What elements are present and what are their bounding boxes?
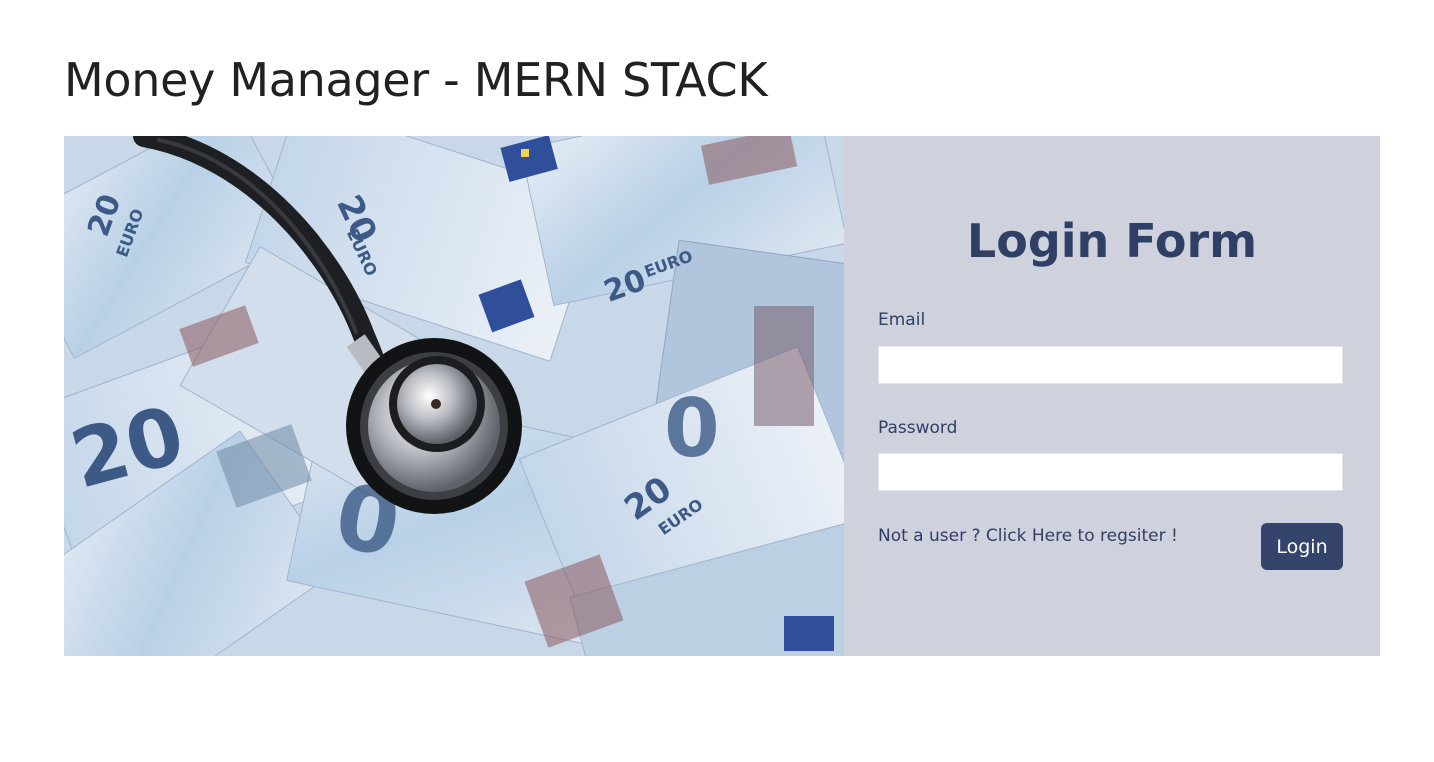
email-input[interactable] — [878, 346, 1343, 384]
email-label: Email — [878, 310, 926, 330]
page-title: Money Manager - MERN STACK — [64, 53, 768, 107]
login-button[interactable]: Login — [1261, 523, 1343, 570]
login-form-panel: Login Form Email Password Not a user ? C… — [844, 136, 1380, 656]
hero-illustration: 20 20 20 20 0 0 20 EURO EURO EURO EURO — [64, 136, 844, 656]
password-label: Password — [878, 418, 958, 438]
password-input[interactable] — [878, 453, 1343, 491]
hero-image: 20 20 20 20 0 0 20 EURO EURO EURO EURO — [64, 136, 844, 656]
login-card: 20 20 20 20 0 0 20 EURO EURO EURO EURO L… — [64, 136, 1380, 656]
login-form-title: Login Form — [966, 214, 1258, 268]
register-link[interactable]: Not a user ? Click Here to regsiter ! — [878, 526, 1178, 546]
svg-text:0: 0 — [664, 382, 720, 475]
